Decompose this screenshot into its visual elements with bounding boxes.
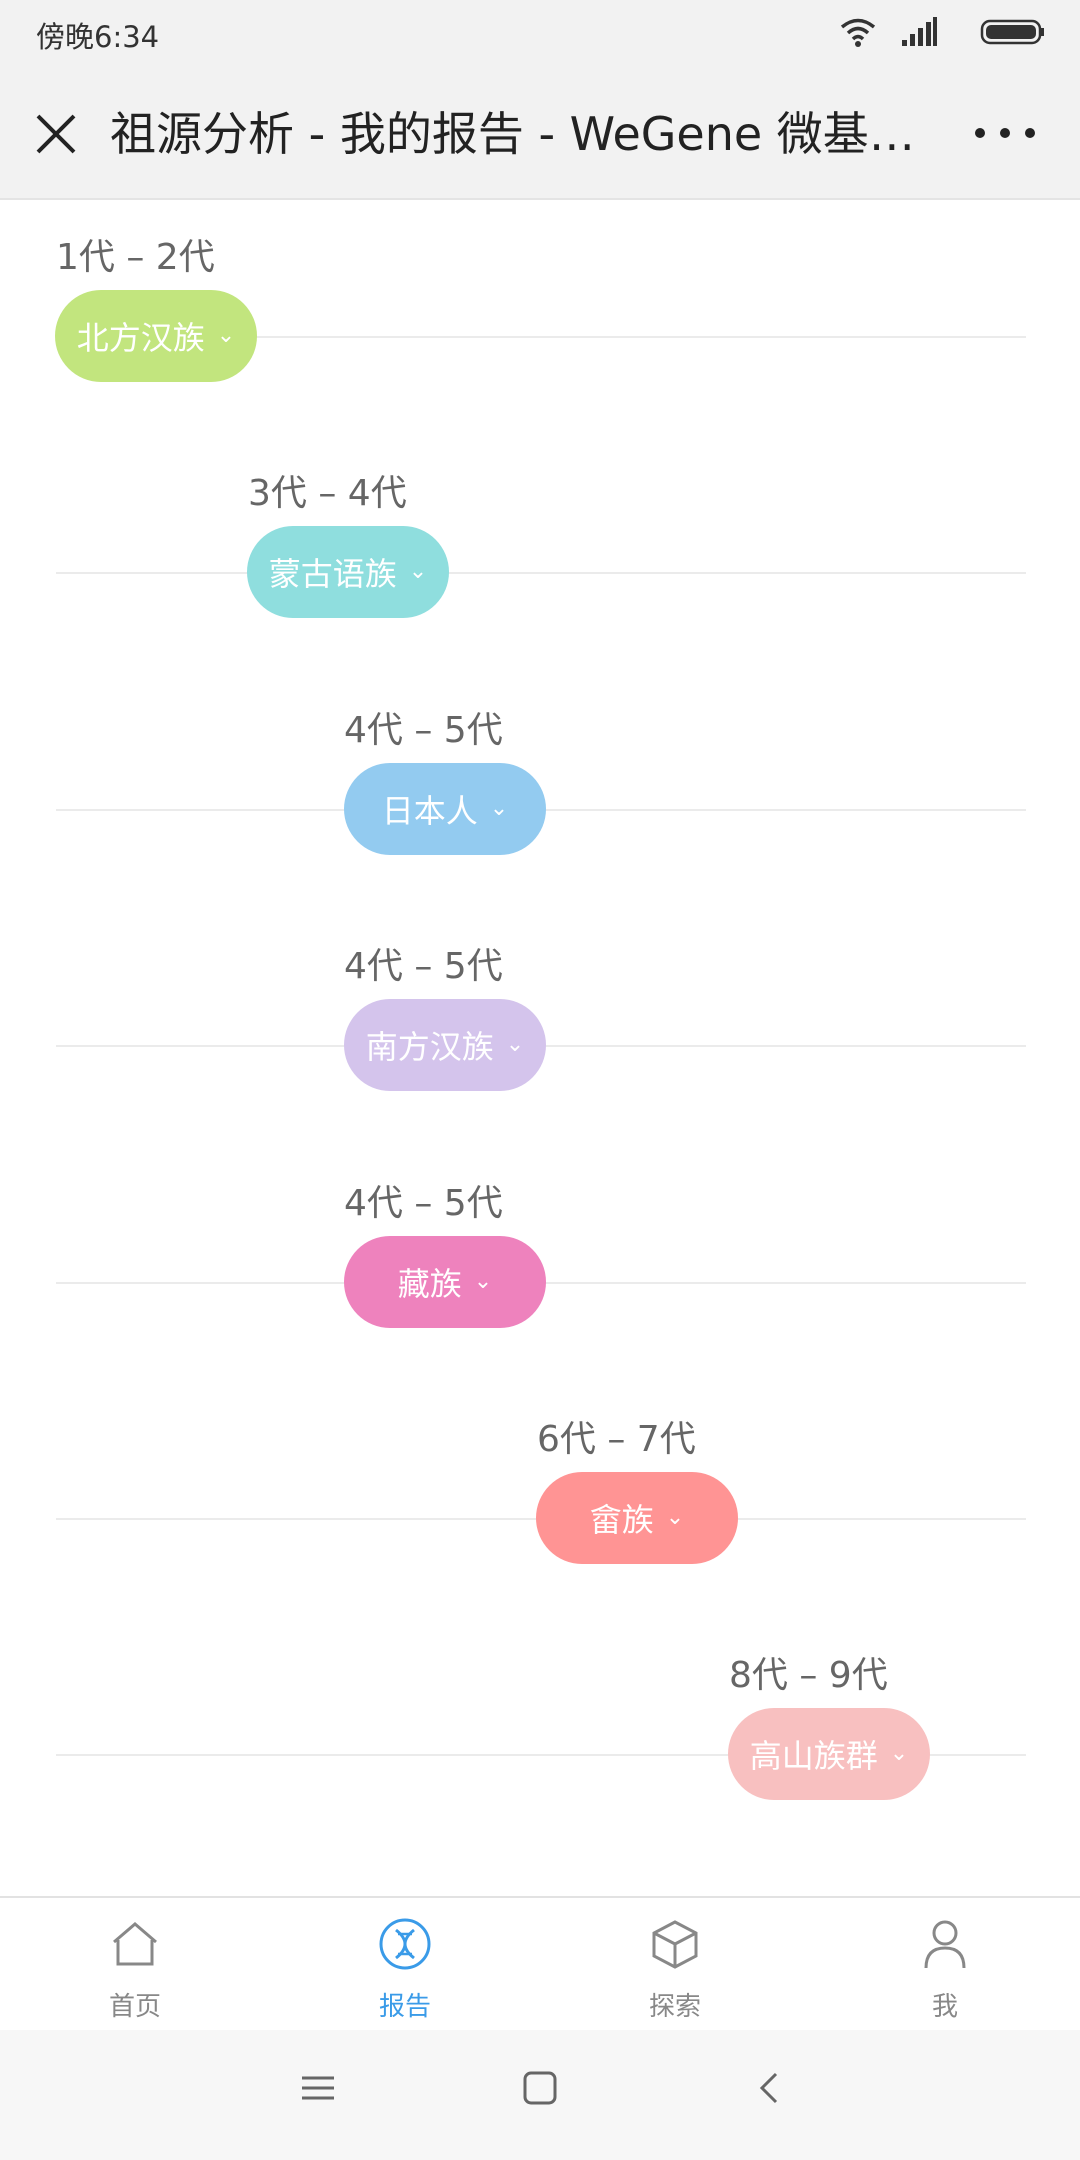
generation-label: 1代 – 2代 bbox=[56, 237, 215, 278]
tab-label: 探索 bbox=[648, 1992, 701, 2022]
population-label: 北方汉族 bbox=[76, 319, 205, 357]
close-icon[interactable] bbox=[28, 106, 84, 162]
timeline-row: 4代 – 5代 南方汉族 ⌄ bbox=[0, 909, 1080, 1149]
wifi-icon bbox=[840, 18, 876, 47]
person-icon bbox=[924, 1920, 966, 1969]
chevron-down-icon: ⌄ bbox=[216, 323, 236, 348]
population-pill[interactable]: 高山族群 ⌄ bbox=[728, 1708, 930, 1800]
population-pill[interactable]: 北方汉族 ⌄ bbox=[55, 290, 257, 382]
status-bar: 傍晚6:34 bbox=[0, 0, 1080, 66]
menu-icon[interactable] bbox=[300, 2070, 336, 2106]
tab-label: 报告 bbox=[378, 1992, 431, 2022]
battery-icon bbox=[980, 19, 1044, 45]
population-pill[interactable]: 畲族 ⌄ bbox=[536, 1472, 738, 1564]
generation-label: 3代 – 4代 bbox=[248, 473, 407, 514]
system-navigation-bar bbox=[0, 2030, 1080, 2160]
ancestry-timeline: 1代 – 2代 北方汉族 ⌄ 3代 – 4代 蒙古语族 ⌄ 4代 – 5代 日本… bbox=[0, 200, 1080, 1896]
chevron-down-icon: ⌄ bbox=[489, 796, 509, 821]
population-pill[interactable]: 南方汉族 ⌄ bbox=[344, 999, 546, 1091]
chevron-down-icon: ⌄ bbox=[408, 559, 428, 584]
population-label: 藏族 bbox=[397, 1265, 462, 1303]
population-pill[interactable]: 日本人 ⌄ bbox=[344, 763, 546, 855]
chevron-down-icon: ⌄ bbox=[505, 1032, 525, 1057]
timeline-row: 8代 – 9代 高山族群 ⌄ bbox=[0, 1618, 1080, 1858]
chevron-down-icon: ⌄ bbox=[889, 1741, 909, 1766]
population-label: 蒙古语族 bbox=[268, 555, 397, 593]
status-time: 傍晚6:34 bbox=[36, 20, 160, 54]
nav-bar: 祖源分析 - 我的报告 - WeGene 微基因... bbox=[0, 66, 1080, 200]
chevron-down-icon: ⌄ bbox=[665, 1505, 685, 1530]
population-label: 高山族群 bbox=[749, 1737, 878, 1775]
tab-me[interactable]: 我 bbox=[810, 1898, 1080, 2030]
population-pill[interactable]: 藏族 ⌄ bbox=[344, 1236, 546, 1328]
timeline-row: 4代 – 5代 日本人 ⌄ bbox=[0, 673, 1080, 913]
timeline-line bbox=[56, 572, 1026, 574]
timeline-row: 4代 – 5代 藏族 ⌄ bbox=[0, 1146, 1080, 1386]
generation-label: 4代 – 5代 bbox=[344, 710, 503, 751]
tab-label: 我 bbox=[931, 1992, 958, 2022]
chevron-down-icon: ⌄ bbox=[473, 1269, 493, 1294]
population-label: 畲族 bbox=[589, 1501, 654, 1539]
timeline-row: 6代 – 7代 畲族 ⌄ bbox=[0, 1382, 1080, 1622]
more-options-icon[interactable] bbox=[970, 118, 1040, 148]
population-pill[interactable]: 蒙古语族 ⌄ bbox=[247, 526, 449, 618]
signal-icon bbox=[902, 17, 937, 46]
cube-icon bbox=[652, 1920, 698, 1969]
tab-label: 首页 bbox=[108, 1992, 161, 2022]
back-icon[interactable] bbox=[752, 2070, 788, 2106]
dna-icon bbox=[379, 1918, 431, 1970]
page-title: 祖源分析 - 我的报告 - WeGene 微基因... bbox=[110, 107, 940, 161]
home-icon bbox=[113, 1922, 157, 1966]
tab-bar: 首页 报告 探索 我 bbox=[0, 1896, 1080, 2030]
timeline-row: 3代 – 4代 蒙古语族 ⌄ bbox=[0, 436, 1080, 676]
tab-report[interactable]: 报告 bbox=[270, 1898, 540, 2030]
generation-label: 6代 – 7代 bbox=[537, 1419, 696, 1460]
tab-explore[interactable]: 探索 bbox=[540, 1898, 810, 2030]
population-label: 南方汉族 bbox=[365, 1028, 494, 1066]
population-label: 日本人 bbox=[381, 792, 478, 830]
tab-home[interactable]: 首页 bbox=[0, 1898, 270, 2030]
home-square-icon[interactable] bbox=[522, 2070, 558, 2106]
generation-label: 4代 – 5代 bbox=[344, 946, 503, 987]
timeline-row: 1代 – 2代 北方汉族 ⌄ bbox=[0, 200, 1080, 440]
generation-label: 4代 – 5代 bbox=[344, 1183, 503, 1224]
generation-label: 8代 – 9代 bbox=[729, 1655, 888, 1696]
